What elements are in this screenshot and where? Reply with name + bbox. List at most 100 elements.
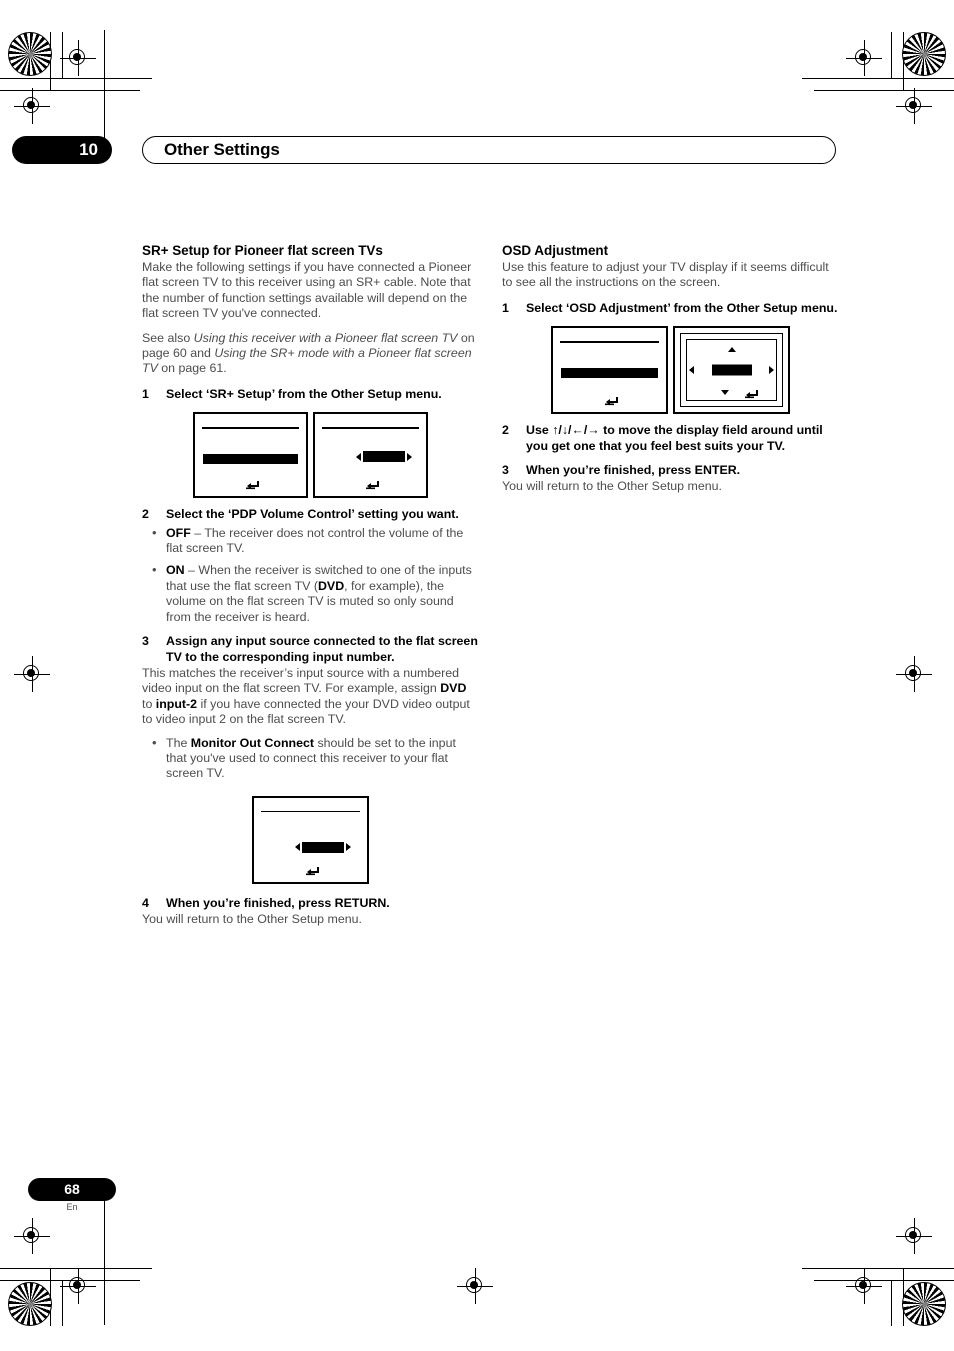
return-arrow-icon: [304, 865, 319, 876]
section-heading-osd-adjustment: OSD Adjustment: [502, 243, 609, 258]
monitor-out-connect-note-list: The Monitor Out Connect should be set to…: [142, 735, 479, 782]
step-4-body: You will return to the Other Setup menu.: [142, 912, 362, 927]
step-3-body: This matches the receiver’s input source…: [142, 666, 479, 728]
inline-bold-input-2: input-2: [155, 696, 198, 711]
chapter-number: 10: [79, 140, 98, 159]
note-prefix: The: [166, 735, 191, 750]
step-text: When you’re finished, press RETURN.: [166, 895, 390, 910]
step-3-body-a: This matches the receiver’s input source…: [142, 665, 460, 696]
left-column: SR+ Setup for Pioneer flat screen TVs Ma…: [142, 243, 479, 937]
crop-line: [104, 30, 105, 140]
down-triangle-icon: [720, 390, 729, 396]
list-item-monitor-out-connect: The Monitor Out Connect should be set to…: [142, 735, 479, 782]
osd-title-rule: [261, 810, 360, 813]
registration-mark: [896, 1218, 932, 1254]
registration-mark: [14, 88, 50, 124]
osd-screen-display-field-adjust: [673, 326, 790, 415]
language-code: En: [66, 1202, 78, 1212]
step-text: Assign any input source connected to the…: [166, 634, 478, 664]
cross-reference-title-1: Using this receiver with a Pioneer flat …: [193, 330, 458, 345]
right-column: OSD Adjustment Use this feature to adjus…: [502, 243, 839, 504]
osd-screen-input-assign: [252, 795, 369, 884]
crop-line: [802, 1268, 954, 1269]
step-text-a: Use: [526, 423, 553, 438]
osd-value-field: [356, 451, 412, 463]
osd-adjustment-intro: Use this feature to adjust your TV displ…: [502, 260, 829, 290]
osd-value-block: [302, 841, 344, 853]
right-triangle-icon: [769, 366, 774, 375]
step-2-osd: 2 Use ↑/↓/←/→ to move the display field a…: [502, 423, 839, 454]
registration-mark: [846, 40, 882, 76]
crop-line: [0, 1280, 140, 1281]
step-1-sr-plus: 1 Select ‘SR+ Setup’ from the Other Setup…: [142, 387, 479, 402]
crop-line: [0, 78, 152, 79]
crop-line: [814, 1280, 954, 1281]
up-triangle-icon: [727, 347, 736, 353]
list-item-off: OFF – The receiver does not control the …: [142, 525, 479, 557]
osd-value-block: [363, 451, 405, 463]
osd-title-rule: [322, 427, 419, 429]
left-triangle-icon: [356, 452, 361, 461]
step-3-body-b: to: [142, 696, 156, 711]
osd-highlighted-menu-row: [561, 368, 658, 379]
star-target-mark: [8, 32, 52, 76]
return-arrow-icon: [743, 387, 758, 399]
step-number: 3: [142, 634, 149, 649]
star-target-mark: [902, 1282, 946, 1326]
step-text: Select the ‘PDP Volume Control’ setting …: [166, 507, 459, 522]
left-triangle-icon: [295, 843, 300, 852]
see-also-prefix: See also: [142, 330, 194, 345]
step-number: 2: [502, 423, 509, 438]
osd-title-rule: [202, 427, 299, 429]
star-target-mark: [902, 32, 946, 76]
step-2-sr-plus: 2 Select the ‘PDP Volume Control’ setting…: [142, 507, 479, 522]
registration-mark: [846, 1268, 882, 1304]
step-3-sr-plus: 3 Assign any input source connected to th…: [142, 634, 479, 665]
crop-line: [104, 1195, 105, 1325]
step-text: When you’re finished, press ENTER.: [526, 463, 741, 478]
registration-mark: [896, 88, 932, 124]
crop-line: [891, 1280, 892, 1326]
inline-bold-monitor-out-connect: Monitor Out Connect: [190, 735, 314, 750]
step-number: 4: [142, 895, 149, 910]
crop-line: [903, 1268, 904, 1326]
crop-line: [50, 1268, 51, 1326]
registration-mark: [14, 1218, 50, 1254]
list-item-on: ON – When the receiver is switched to on…: [142, 562, 479, 625]
osd-illustration-row-osd-adjustment: [502, 326, 839, 415]
step-1-osd: 1 Select ‘OSD Adjustment’ from the Other …: [502, 301, 839, 316]
option-description-off: – The receiver does not control the volu…: [166, 525, 464, 556]
left-triangle-icon: [689, 366, 694, 375]
sr-plus-intro-paragraph-2: See also Using this receiver with a Pion…: [142, 331, 479, 377]
osd-screen-other-setup-menu: [551, 326, 668, 415]
registration-mark: [14, 656, 50, 692]
crop-line: [814, 90, 954, 91]
pdp-volume-options-list: OFF – The receiver does not control the …: [142, 525, 479, 625]
inline-bold-dvd: DVD: [440, 681, 467, 696]
section-heading-sr-plus-setup: SR+ Setup for Pioneer flat screen TVs: [142, 243, 383, 258]
osd-highlighted-menu-row: [203, 454, 298, 465]
crop-line: [50, 32, 51, 90]
osd-value-field: [295, 841, 351, 853]
step-number: 2: [142, 507, 149, 522]
step-number: 1: [142, 386, 149, 401]
osd-title-rule: [560, 341, 659, 343]
crop-line: [0, 1268, 152, 1269]
osd-screen-sr-plus-menu: [193, 412, 308, 499]
return-arrow-icon: [364, 479, 379, 490]
step-text: Select ‘OSD Adjustment’ from the Other S…: [526, 300, 838, 315]
return-arrow-icon: [244, 479, 259, 490]
registration-mark: [60, 1268, 96, 1304]
step-3-osd-body: You will return to the Other Setup menu.: [502, 479, 722, 494]
right-triangle-icon: [407, 452, 412, 461]
option-label-on: ON: [166, 563, 185, 578]
direction-arrows-icon: ↑/↓/←/→: [552, 423, 600, 438]
sr-plus-intro-paragraph-1: Make the following settings if you have …: [142, 260, 472, 321]
crop-line: [62, 1280, 63, 1326]
page-number: 68: [64, 1181, 80, 1197]
step-number: 1: [502, 300, 509, 315]
crop-line: [62, 32, 63, 78]
crop-line: [0, 90, 140, 91]
osd-illustration-row-input-assign: [142, 795, 479, 884]
step-4-sr-plus: 4 When you’re finished, press RETURN.: [142, 896, 479, 911]
